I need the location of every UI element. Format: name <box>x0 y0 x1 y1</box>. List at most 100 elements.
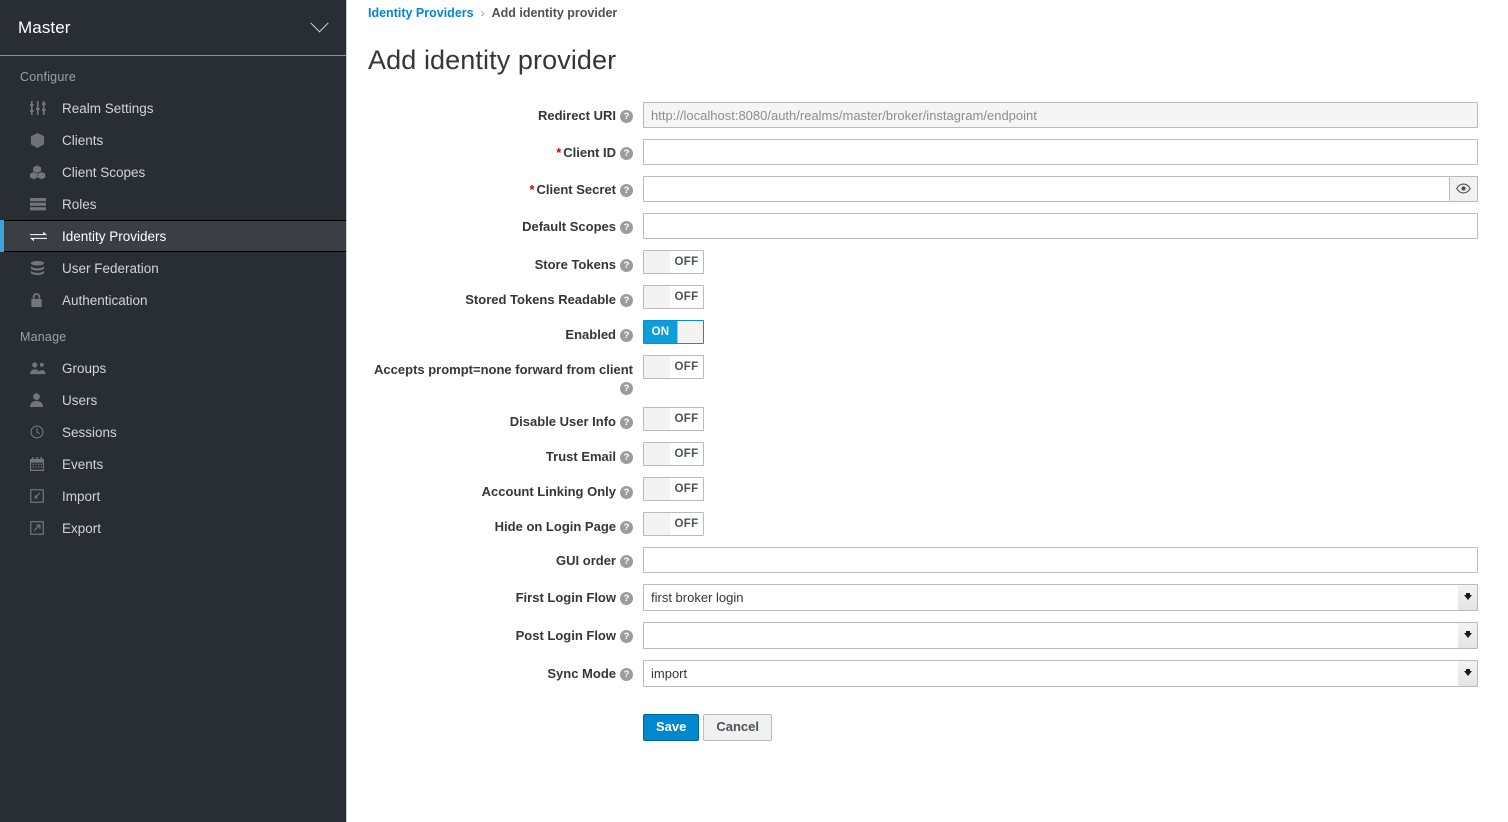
realm-name: Master <box>18 17 71 37</box>
cancel-button[interactable]: Cancel <box>703 714 773 742</box>
toggle-state: OFF <box>674 256 699 268</box>
users-group-icon <box>30 360 52 376</box>
form-row-post-login-flow: Post Login Flow? <box>368 622 1492 650</box>
help-icon[interactable]: ? <box>620 147 633 160</box>
sync-mode-select-wrap: import <box>643 660 1478 688</box>
sidebar-item-events[interactable]: Events <box>0 448 346 480</box>
label-default-scopes: Default Scopes? <box>368 213 643 236</box>
stored-tokens-readable-toggle[interactable]: OFF <box>643 285 704 309</box>
form-row-hide-on-login-page: Hide on Login Page? OFF <box>368 512 1492 537</box>
label-first-login-flow: First Login Flow? <box>368 584 643 607</box>
post-login-flow-select[interactable] <box>643 622 1478 650</box>
toggle-knob <box>644 408 670 431</box>
label-enabled: Enabled? <box>368 320 643 344</box>
toggle-state: OFF <box>674 291 699 303</box>
sidebar-item-users[interactable]: Users <box>0 384 346 416</box>
sidebar-item-authentication[interactable]: Authentication <box>0 284 346 316</box>
help-icon[interactable]: ? <box>620 110 633 123</box>
sidebar-item-groups[interactable]: Groups <box>0 352 346 384</box>
sidebar-item-import[interactable]: Import <box>0 480 346 512</box>
hide-on-login-page-toggle[interactable]: OFF <box>643 512 704 537</box>
nav-group-title-configure: Configure <box>20 70 76 84</box>
form-actions: Save Cancel <box>643 714 773 742</box>
help-icon[interactable]: ? <box>620 381 633 395</box>
form-row-gui-order: GUI order? <box>368 547 1492 574</box>
account-linking-only-toggle[interactable]: OFF <box>643 477 704 502</box>
help-icon[interactable]: ? <box>620 329 633 342</box>
help-icon[interactable]: ? <box>620 259 633 272</box>
page-title: Add identity provider <box>368 45 617 75</box>
form-row-client-secret: * Client Secret? <box>368 176 1492 202</box>
label-gui-order: GUI order? <box>368 547 643 570</box>
sidebar-item-label: Realm Settings <box>62 100 154 116</box>
help-icon[interactable]: ? <box>620 416 633 430</box>
realm-selector[interactable]: Master <box>0 0 346 56</box>
toggle-state: OFF <box>674 518 699 531</box>
trust-email-toggle[interactable]: OFF <box>643 442 704 467</box>
database-icon <box>30 260 52 276</box>
client-secret-input[interactable] <box>643 176 1450 202</box>
sidebar-item-user-federation[interactable]: User Federation <box>0 252 346 284</box>
breadcrumb-link-identity-providers[interactable]: Identity Providers <box>368 6 474 20</box>
sidebar-item-realm-settings[interactable]: Realm Settings <box>0 92 346 124</box>
toggle-knob <box>644 513 670 536</box>
sync-mode-select[interactable]: import <box>643 660 1478 688</box>
server-list-icon <box>30 196 52 212</box>
sidebar-item-label: Identity Providers <box>62 228 167 244</box>
help-icon[interactable]: ? <box>620 486 633 500</box>
default-scopes-input[interactable] <box>643 213 1478 239</box>
sidebar-item-roles[interactable]: Roles <box>0 188 346 220</box>
post-login-flow-select-wrap <box>643 622 1478 650</box>
help-icon[interactable]: ? <box>620 592 633 606</box>
form-row-accepts-prompt-none: Accepts prompt=none forward from client?… <box>368 355 1492 396</box>
toggle-state: OFF <box>674 483 699 496</box>
cubes-icon <box>30 164 52 180</box>
help-icon[interactable]: ? <box>620 521 633 535</box>
help-icon[interactable]: ? <box>620 184 633 197</box>
label-redirect-uri: Redirect URI? <box>368 102 643 125</box>
show-secret-button[interactable] <box>1450 176 1478 202</box>
sidebar-item-label: Export <box>62 520 102 536</box>
main-content: Identity Providers › Add identity provid… <box>348 0 1508 822</box>
form-row-store-tokens: Store Tokens? OFF <box>368 250 1492 274</box>
sliders-icon <box>30 100 52 116</box>
required-marker: * <box>556 145 562 160</box>
toggle-knob <box>644 478 670 501</box>
store-tokens-toggle[interactable]: OFF <box>643 250 704 274</box>
form-row-disable-user-info: Disable User Info? OFF <box>368 407 1492 432</box>
sidebar-item-export[interactable]: Export <box>0 512 346 544</box>
form-row-first-login-flow: First Login Flow? first broker login <box>368 584 1492 612</box>
label-post-login-flow: Post Login Flow? <box>368 622 643 645</box>
label-sync-mode: Sync Mode? <box>368 660 643 683</box>
sidebar-item-identity-providers[interactable]: Identity Providers <box>0 220 346 252</box>
help-icon[interactable]: ? <box>620 451 633 465</box>
redirect-uri-input[interactable] <box>643 102 1478 128</box>
help-icon[interactable]: ? <box>620 630 633 644</box>
disable-user-info-toggle[interactable]: OFF <box>643 407 704 432</box>
sidebar-item-sessions[interactable]: Sessions <box>0 416 346 448</box>
help-icon[interactable]: ? <box>620 555 633 569</box>
accepts-prompt-none-toggle[interactable]: OFF <box>643 355 704 379</box>
export-arrow-icon <box>30 520 52 536</box>
sidebar: Master Configure Realm Settings Clients … <box>0 0 347 822</box>
enabled-toggle[interactable]: ON <box>643 320 704 344</box>
sidebar-item-clients[interactable]: Clients <box>0 124 346 156</box>
form-row-account-linking-only: Account Linking Only? OFF <box>368 477 1492 502</box>
exchange-arrows-icon <box>30 228 52 244</box>
breadcrumb-separator-icon: › <box>480 6 485 20</box>
label-client-id: * Client ID? <box>368 139 643 162</box>
gui-order-input[interactable] <box>643 547 1478 574</box>
form-row-redirect-uri: Redirect URI? <box>368 102 1492 128</box>
label-accepts-prompt-none: Accepts prompt=none forward from client? <box>374 362 633 395</box>
client-id-input[interactable] <box>643 139 1478 165</box>
help-icon[interactable]: ? <box>620 294 633 307</box>
sidebar-item-client-scopes[interactable]: Client Scopes <box>0 156 346 188</box>
form-row-enabled: Enabled? ON <box>368 320 1492 344</box>
chevron-down-icon <box>310 14 329 33</box>
help-icon[interactable]: ? <box>620 668 633 682</box>
help-icon[interactable]: ? <box>620 221 633 234</box>
save-button[interactable]: Save <box>643 714 700 742</box>
first-login-flow-select[interactable]: first broker login <box>643 584 1478 612</box>
sidebar-item-label: Users <box>62 392 98 408</box>
clock-icon <box>30 424 52 440</box>
